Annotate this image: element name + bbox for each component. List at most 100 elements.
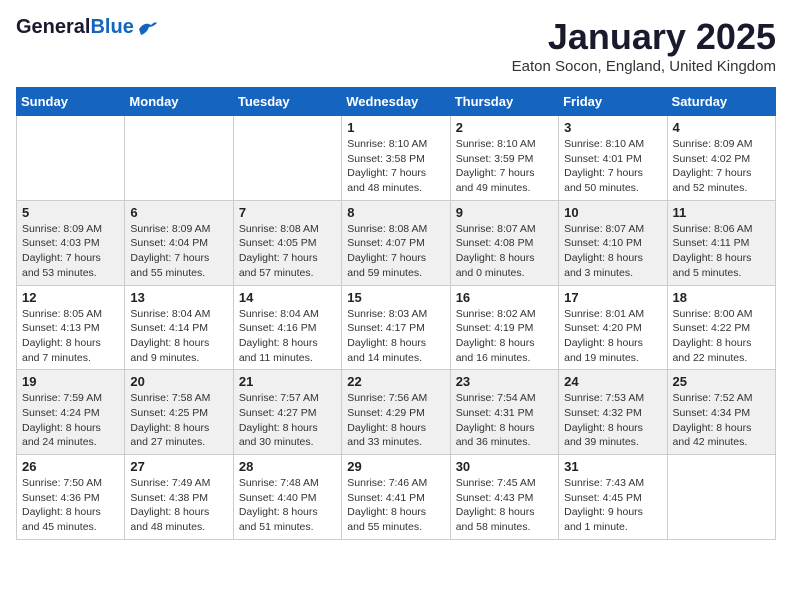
cell-data: Sunrise: 7:57 AMSunset: 4:27 PMDaylight:… [239, 391, 336, 450]
cell-data: Sunrise: 7:53 AMSunset: 4:32 PMDaylight:… [564, 391, 661, 450]
day-number: 29 [347, 459, 444, 474]
day-number: 5 [22, 205, 119, 220]
calendar-cell: 21 Sunrise: 7:57 AMSunset: 4:27 PMDayligh… [233, 370, 341, 455]
cell-data: Sunrise: 7:50 AMSunset: 4:36 PMDaylight:… [22, 476, 119, 535]
calendar-cell [125, 116, 233, 201]
day-number: 26 [22, 459, 119, 474]
cell-data: Sunrise: 8:10 AMSunset: 4:01 PMDaylight:… [564, 137, 661, 196]
calendar-cell [17, 116, 125, 201]
calendar-cell: 26 Sunrise: 7:50 AMSunset: 4:36 PMDayligh… [17, 455, 125, 540]
calendar-cell: 25 Sunrise: 7:52 AMSunset: 4:34 PMDayligh… [667, 370, 775, 455]
logo-bird-icon [137, 19, 159, 37]
cell-data: Sunrise: 8:03 AMSunset: 4:17 PMDaylight:… [347, 307, 444, 366]
calendar-cell [667, 455, 775, 540]
location: Eaton Socon, England, United Kingdom [512, 58, 776, 75]
day-number: 19 [22, 374, 119, 389]
cell-data: Sunrise: 7:52 AMSunset: 4:34 PMDaylight:… [673, 391, 770, 450]
calendar-header-row: SundayMondayTuesdayWednesdayThursdayFrid… [17, 88, 776, 116]
day-number: 1 [347, 120, 444, 135]
day-number: 27 [130, 459, 227, 474]
day-number: 13 [130, 290, 227, 305]
calendar-cell: 19 Sunrise: 7:59 AMSunset: 4:24 PMDayligh… [17, 370, 125, 455]
calendar-cell: 27 Sunrise: 7:49 AMSunset: 4:38 PMDayligh… [125, 455, 233, 540]
calendar-cell: 22 Sunrise: 7:56 AMSunset: 4:29 PMDayligh… [342, 370, 450, 455]
day-number: 16 [456, 290, 553, 305]
calendar-cell: 15 Sunrise: 8:03 AMSunset: 4:17 PMDayligh… [342, 285, 450, 370]
calendar-week-row: 5 Sunrise: 8:09 AMSunset: 4:03 PMDaylight… [17, 200, 776, 285]
day-number: 25 [673, 374, 770, 389]
calendar-cell: 5 Sunrise: 8:09 AMSunset: 4:03 PMDaylight… [17, 200, 125, 285]
cell-data: Sunrise: 8:00 AMSunset: 4:22 PMDaylight:… [673, 307, 770, 366]
cell-data: Sunrise: 8:09 AMSunset: 4:03 PMDaylight:… [22, 222, 119, 281]
calendar-cell: 8 Sunrise: 8:08 AMSunset: 4:07 PMDaylight… [342, 200, 450, 285]
day-number: 31 [564, 459, 661, 474]
cell-data: Sunrise: 8:08 AMSunset: 4:07 PMDaylight:… [347, 222, 444, 281]
day-header-sunday: Sunday [17, 88, 125, 116]
day-number: 10 [564, 205, 661, 220]
day-header-saturday: Saturday [667, 88, 775, 116]
calendar-table: SundayMondayTuesdayWednesdayThursdayFrid… [16, 87, 776, 540]
cell-data: Sunrise: 7:58 AMSunset: 4:25 PMDaylight:… [130, 391, 227, 450]
calendar-cell: 17Sunrise: 8:01 AMSunset: 4:20 PMDayligh… [559, 285, 667, 370]
day-header-thursday: Thursday [450, 88, 558, 116]
calendar-cell: 13 Sunrise: 8:04 AMSunset: 4:14 PMDayligh… [125, 285, 233, 370]
day-number: 7 [239, 205, 336, 220]
calendar-cell: 11 Sunrise: 8:06 AMSunset: 4:11 PMDayligh… [667, 200, 775, 285]
calendar-cell: 1Sunrise: 8:10 AMSunset: 3:58 PMDaylight… [342, 116, 450, 201]
day-number: 15 [347, 290, 444, 305]
day-number: 3 [564, 120, 661, 135]
calendar-cell: 18Sunrise: 8:00 AMSunset: 4:22 PMDayligh… [667, 285, 775, 370]
calendar-week-row: 1Sunrise: 8:10 AMSunset: 3:58 PMDaylight… [17, 116, 776, 201]
cell-data: Sunrise: 7:54 AMSunset: 4:31 PMDaylight:… [456, 391, 553, 450]
cell-data: Sunrise: 8:05 AMSunset: 4:13 PMDaylight:… [22, 307, 119, 366]
cell-data: Sunrise: 8:08 AMSunset: 4:05 PMDaylight:… [239, 222, 336, 281]
calendar-cell: 28Sunrise: 7:48 AMSunset: 4:40 PMDayligh… [233, 455, 341, 540]
calendar-cell: 3 Sunrise: 8:10 AMSunset: 4:01 PMDaylight… [559, 116, 667, 201]
calendar-cell: 10 Sunrise: 8:07 AMSunset: 4:10 PMDayligh… [559, 200, 667, 285]
title-section: January 2025 Eaton Socon, England, Unite… [512, 16, 776, 75]
calendar-cell: 14 Sunrise: 8:04 AMSunset: 4:16 PMDayligh… [233, 285, 341, 370]
day-number: 21 [239, 374, 336, 389]
day-number: 14 [239, 290, 336, 305]
day-number: 4 [673, 120, 770, 135]
day-number: 17 [564, 290, 661, 305]
calendar-cell: 20Sunrise: 7:58 AMSunset: 4:25 PMDayligh… [125, 370, 233, 455]
cell-data: Sunrise: 7:46 AMSunset: 4:41 PMDaylight:… [347, 476, 444, 535]
cell-data: Sunrise: 7:56 AMSunset: 4:29 PMDaylight:… [347, 391, 444, 450]
calendar-cell: 23Sunrise: 7:54 AMSunset: 4:31 PMDayligh… [450, 370, 558, 455]
calendar-cell: 6 Sunrise: 8:09 AMSunset: 4:04 PMDaylight… [125, 200, 233, 285]
day-header-tuesday: Tuesday [233, 88, 341, 116]
day-number: 2 [456, 120, 553, 135]
cell-data: Sunrise: 8:04 AMSunset: 4:14 PMDaylight:… [130, 307, 227, 366]
day-number: 22 [347, 374, 444, 389]
calendar-cell: 12Sunrise: 8:05 AMSunset: 4:13 PMDayligh… [17, 285, 125, 370]
calendar-cell: 9 Sunrise: 8:07 AMSunset: 4:08 PMDaylight… [450, 200, 558, 285]
cell-data: Sunrise: 8:07 AMSunset: 4:08 PMDaylight:… [456, 222, 553, 281]
calendar-cell: 29 Sunrise: 7:46 AMSunset: 4:41 PMDayligh… [342, 455, 450, 540]
calendar-cell: 16 Sunrise: 8:02 AMSunset: 4:19 PMDayligh… [450, 285, 558, 370]
calendar-cell: 4 Sunrise: 8:09 AMSunset: 4:02 PMDaylight… [667, 116, 775, 201]
cell-data: Sunrise: 8:02 AMSunset: 4:19 PMDaylight:… [456, 307, 553, 366]
cell-data: Sunrise: 8:09 AMSunset: 4:02 PMDaylight:… [673, 137, 770, 196]
day-number: 9 [456, 205, 553, 220]
month-title: January 2025 [512, 16, 776, 58]
calendar-week-row: 26 Sunrise: 7:50 AMSunset: 4:36 PMDayligh… [17, 455, 776, 540]
cell-data: Sunrise: 8:09 AMSunset: 4:04 PMDaylight:… [130, 222, 227, 281]
cell-data: Sunrise: 7:49 AMSunset: 4:38 PMDaylight:… [130, 476, 227, 535]
cell-data: Sunrise: 7:45 AMSunset: 4:43 PMDaylight:… [456, 476, 553, 535]
day-number: 11 [673, 205, 770, 220]
day-number: 6 [130, 205, 227, 220]
calendar-week-row: 12Sunrise: 8:05 AMSunset: 4:13 PMDayligh… [17, 285, 776, 370]
page-header: GeneralBlue January 2025 Eaton Socon, En… [16, 16, 776, 75]
calendar-cell: 30 Sunrise: 7:45 AMSunset: 4:43 PMDayligh… [450, 455, 558, 540]
day-header-friday: Friday [559, 88, 667, 116]
day-number: 8 [347, 205, 444, 220]
day-header-wednesday: Wednesday [342, 88, 450, 116]
cell-data: Sunrise: 7:59 AMSunset: 4:24 PMDaylight:… [22, 391, 119, 450]
cell-data: Sunrise: 8:07 AMSunset: 4:10 PMDaylight:… [564, 222, 661, 281]
cell-data: Sunrise: 8:04 AMSunset: 4:16 PMDaylight:… [239, 307, 336, 366]
cell-data: Sunrise: 8:10 AMSunset: 3:59 PMDaylight:… [456, 137, 553, 196]
calendar-cell: 24Sunrise: 7:53 AMSunset: 4:32 PMDayligh… [559, 370, 667, 455]
cell-data: Sunrise: 8:06 AMSunset: 4:11 PMDaylight:… [673, 222, 770, 281]
day-number: 30 [456, 459, 553, 474]
